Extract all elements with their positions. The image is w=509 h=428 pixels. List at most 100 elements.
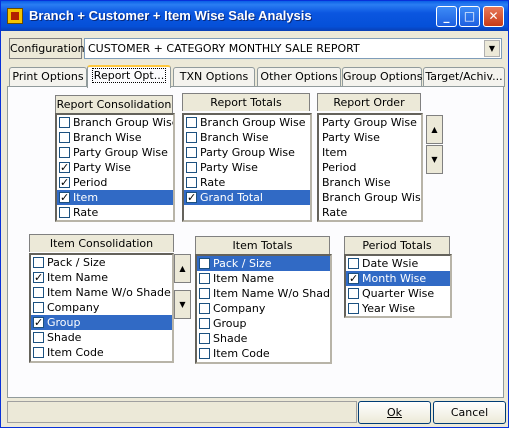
list-item[interactable]: Group	[31, 315, 172, 330]
list-item-label: Month Wise	[362, 272, 427, 285]
checkbox[interactable]	[33, 315, 44, 330]
tab-print-options[interactable]: Print Options	[9, 67, 87, 87]
chevron-down-icon[interactable]: ▼	[484, 40, 500, 57]
list-item[interactable]: Party Group Wise	[184, 145, 310, 160]
checkbox[interactable]	[199, 273, 210, 284]
checkbox[interactable]	[199, 288, 210, 299]
report-totals-list[interactable]: Branch Group Wise Branch Wise Party Grou…	[182, 113, 312, 222]
list-item[interactable]: Branch Group Wise	[57, 115, 173, 130]
title-bar[interactable]: Branch + Customer + Item Wise Sale Analy…	[1, 1, 508, 31]
list-item[interactable]: Party Group Wise	[57, 145, 173, 160]
checkbox[interactable]	[59, 160, 70, 175]
configuration-select[interactable]: CUSTOMER + CATEGORY MONTHLY SALE REPORT …	[84, 38, 502, 59]
list-item[interactable]: Rate	[319, 205, 421, 220]
list-item[interactable]: Period	[57, 175, 173, 190]
checkbox[interactable]	[199, 258, 210, 269]
checkbox[interactable]	[199, 318, 210, 329]
checkbox[interactable]	[348, 258, 359, 269]
checkbox[interactable]	[186, 132, 197, 143]
list-item[interactable]: Item Name	[31, 270, 172, 285]
list-item[interactable]: Period	[319, 160, 421, 175]
minimize-button[interactable]: _	[436, 6, 457, 27]
report-order-list[interactable]: Party Group Wise Party Wise Item Period …	[317, 113, 423, 222]
list-item[interactable]: Branch Group Wise	[319, 190, 421, 205]
item-totals-list[interactable]: Pack / Size Item Name Item Name W/o Shad…	[195, 254, 332, 364]
checkbox[interactable]	[186, 162, 197, 173]
ok-button-label: Ok	[386, 406, 403, 419]
tab-txn-options[interactable]: TXN Options	[173, 67, 255, 87]
checkbox[interactable]	[33, 287, 44, 298]
configuration-value: CUSTOMER + CATEGORY MONTHLY SALE REPORT	[88, 42, 360, 55]
list-item[interactable]: Group	[197, 316, 330, 331]
status-area	[7, 401, 357, 423]
list-item[interactable]: Year Wise	[346, 301, 450, 316]
period-totals-list[interactable]: Date Wsie Month Wise Quarter Wise Year W…	[344, 254, 452, 318]
checkbox[interactable]	[59, 132, 70, 143]
list-item[interactable]: Company	[31, 300, 172, 315]
list-item[interactable]: Party Wise	[57, 160, 173, 175]
ok-button[interactable]: Ok	[358, 401, 431, 424]
cancel-button[interactable]: Cancel	[433, 401, 506, 424]
tab-other-options[interactable]: Other Options	[257, 67, 341, 87]
list-item[interactable]: Date Wsie	[346, 256, 450, 271]
checkbox[interactable]	[348, 288, 359, 299]
list-item[interactable]: Item Code	[197, 346, 330, 361]
checkbox[interactable]	[59, 207, 70, 218]
list-item[interactable]: Branch Group Wise	[184, 115, 310, 130]
checkbox[interactable]	[59, 147, 70, 158]
list-item[interactable]: Rate	[184, 175, 310, 190]
move-down-button[interactable]: ▼	[426, 145, 443, 174]
list-item[interactable]: Branch Wise	[57, 130, 173, 145]
list-item[interactable]: Item Name W/o Shade	[31, 285, 172, 300]
list-item[interactable]: Item	[57, 190, 173, 205]
checkbox[interactable]	[186, 117, 197, 128]
tab-target-achievement[interactable]: Target/Achiv...	[423, 67, 505, 87]
list-item[interactable]: Company	[197, 301, 330, 316]
checkbox[interactable]	[199, 348, 210, 359]
checkbox[interactable]	[186, 190, 197, 205]
list-item[interactable]: Shade	[31, 330, 172, 345]
list-item[interactable]: Quarter Wise	[346, 286, 450, 301]
checkbox[interactable]	[59, 175, 70, 190]
list-item[interactable]: Item Name	[197, 271, 330, 286]
report-consolidation-list[interactable]: Branch Group Wise Branch Wise Party Grou…	[55, 113, 175, 222]
list-item-label: Item Name	[213, 272, 274, 285]
checkbox[interactable]	[348, 303, 359, 314]
list-item[interactable]: Party Wise	[184, 160, 310, 175]
move-up-button[interactable]: ▲	[426, 115, 443, 144]
tab-report-options[interactable]: Report Opt...	[87, 65, 171, 88]
list-item[interactable]: Item Code	[31, 345, 172, 360]
checkbox[interactable]	[33, 302, 44, 313]
checkbox[interactable]	[59, 117, 70, 128]
list-item[interactable]: Shade	[197, 331, 330, 346]
list-item[interactable]: Party Wise	[319, 130, 421, 145]
list-item[interactable]: Branch Wise	[319, 175, 421, 190]
checkbox[interactable]	[186, 147, 197, 158]
checkbox[interactable]	[348, 271, 359, 286]
checkbox[interactable]	[33, 270, 44, 285]
checkbox[interactable]	[59, 190, 70, 205]
list-item[interactable]: Item	[319, 145, 421, 160]
close-button[interactable]: ✕	[483, 6, 504, 27]
checkbox[interactable]	[199, 333, 210, 344]
report-totals-title: Report Totals	[182, 93, 310, 111]
list-item[interactable]: Grand Total	[184, 190, 310, 205]
checkbox[interactable]	[186, 177, 197, 188]
list-item[interactable]: Item Name W/o Shade	[197, 286, 330, 301]
item-move-up-button[interactable]: ▲	[174, 254, 191, 283]
list-item[interactable]: Month Wise	[346, 271, 450, 286]
checkbox[interactable]	[33, 257, 44, 268]
list-item[interactable]: Pack / Size	[31, 255, 172, 270]
list-item[interactable]: Pack / Size	[197, 256, 330, 271]
list-item-label: Branch Group Wise	[73, 116, 175, 129]
list-item[interactable]: Party Group Wise	[319, 115, 421, 130]
item-consolidation-list[interactable]: Pack / Size Item Name Item Name W/o Shad…	[29, 253, 174, 363]
item-move-down-button[interactable]: ▼	[174, 290, 191, 319]
list-item[interactable]: Branch Wise	[184, 130, 310, 145]
maximize-button[interactable]: □	[459, 6, 480, 27]
tab-group-options[interactable]: Group Options	[342, 67, 422, 87]
list-item[interactable]: Rate	[57, 205, 173, 220]
checkbox[interactable]	[33, 347, 44, 358]
checkbox[interactable]	[33, 332, 44, 343]
checkbox[interactable]	[199, 303, 210, 314]
